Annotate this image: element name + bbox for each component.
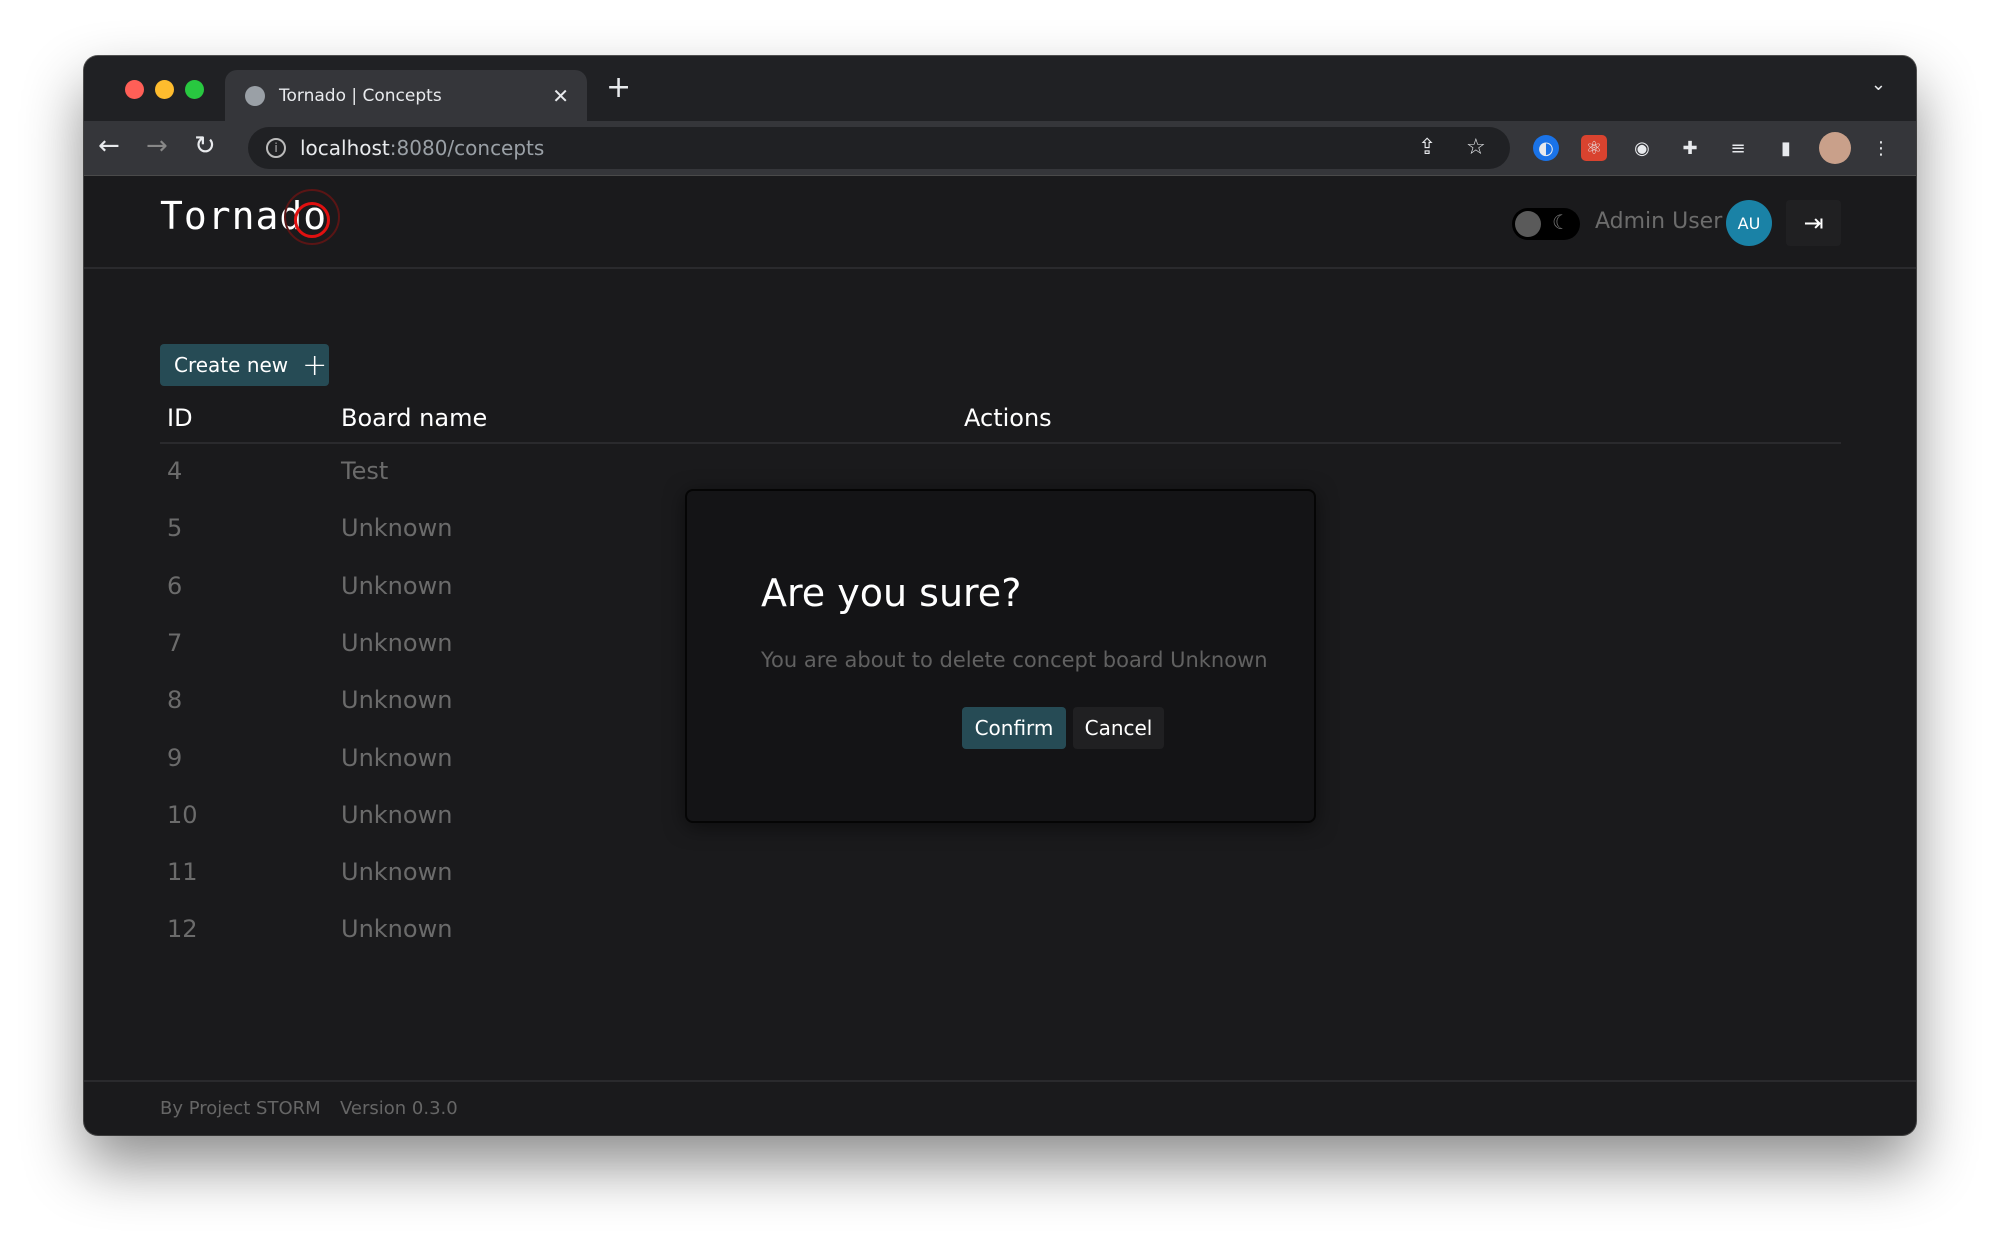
close-tab-icon[interactable]: ✕: [552, 84, 569, 108]
profile-avatar-icon[interactable]: [1819, 132, 1851, 164]
avatar[interactable]: AU: [1726, 200, 1772, 246]
tab-bar: Tornado | Concepts ✕ + ⌄: [84, 56, 1916, 121]
browser-tab[interactable]: Tornado | Concepts ✕: [225, 70, 587, 121]
spy-extension-icon[interactable]: ◉: [1629, 135, 1655, 161]
row-id: 12: [167, 915, 198, 944]
logout-button[interactable]: ⇥: [1786, 200, 1841, 246]
maximize-window-button[interactable]: [185, 80, 204, 99]
site-info-icon[interactable]: i: [266, 138, 286, 158]
share-icon[interactable]: ⇪: [1418, 135, 1436, 160]
forward-icon[interactable]: →: [146, 131, 168, 161]
media-queue-icon[interactable]: ≡: [1725, 135, 1751, 161]
back-icon[interactable]: ←: [98, 131, 120, 161]
row-id: 9: [167, 743, 183, 772]
logout-icon: ⇥: [1803, 209, 1824, 237]
theme-toggle[interactable]: ☾: [1512, 208, 1580, 240]
url-path: :8080/concepts: [389, 136, 545, 160]
dialog-message: You are about to delete concept board Un…: [761, 648, 1268, 672]
table-row[interactable]: 12 Unknown: [84, 915, 1916, 955]
row-board-name[interactable]: Unknown: [341, 629, 452, 657]
tab-title: Tornado | Concepts: [279, 85, 442, 106]
bookmark-star-icon[interactable]: ☆: [1466, 135, 1486, 160]
row-board-name[interactable]: Test: [341, 457, 388, 485]
cancel-button[interactable]: Cancel: [1073, 707, 1164, 749]
more-menu-icon[interactable]: ⋮: [1868, 135, 1894, 161]
row-board-name[interactable]: Unknown: [341, 801, 452, 829]
tab-search-chevron-icon[interactable]: ⌄: [1871, 74, 1886, 95]
new-tab-button[interactable]: +: [606, 70, 631, 105]
row-board-name[interactable]: Unknown: [341, 858, 452, 886]
side-panel-icon[interactable]: ▮: [1773, 135, 1799, 161]
tornado-logo[interactable]: Tornado: [160, 189, 340, 245]
column-header-board-name: Board name: [341, 404, 488, 432]
row-id: 5: [167, 514, 183, 543]
row-id: 7: [167, 628, 183, 657]
close-window-button[interactable]: [125, 80, 144, 99]
browser-window: Tornado | Concepts ✕ + ⌄ ← → ↻ i localho…: [84, 56, 1916, 1135]
row-board-name[interactable]: Unknown: [341, 686, 452, 714]
reload-icon[interactable]: ↻: [194, 131, 216, 161]
row-id: 6: [167, 571, 183, 600]
minimize-window-button[interactable]: [155, 80, 174, 99]
column-header-id: ID: [167, 404, 193, 432]
user-name: Admin User: [1595, 209, 1723, 234]
header-divider: [160, 442, 1841, 444]
footer-credit: By Project STORM: [160, 1098, 321, 1119]
react-devtools-extension-icon[interactable]: ⚛: [1581, 135, 1607, 161]
row-id: 4: [167, 457, 183, 485]
row-board-name[interactable]: Unknown: [341, 514, 452, 542]
plus-icon: +: [302, 347, 328, 383]
moon-icon: ☾: [1552, 210, 1570, 234]
address-bar[interactable]: i localhost:8080/concepts ⇪ ☆: [248, 127, 1510, 169]
row-board-name[interactable]: Unknown: [341, 572, 452, 600]
row-board-name[interactable]: Unknown: [341, 744, 452, 772]
password-manager-extension-icon[interactable]: ◐: [1533, 135, 1559, 161]
footer-version: Version 0.3.0: [340, 1098, 458, 1119]
row-id: 10: [167, 800, 198, 829]
row-board-name[interactable]: Unknown: [341, 915, 452, 943]
create-new-button[interactable]: Create new +: [160, 344, 329, 386]
column-header-actions: Actions: [964, 404, 1052, 432]
extensions-puzzle-icon[interactable]: ✚: [1677, 135, 1703, 161]
app-header: Tornado ☾ Admin User AU ⇥: [84, 176, 1916, 269]
confirm-delete-dialog: Are you sure? You are about to delete co…: [685, 489, 1316, 823]
row-id: 8: [167, 686, 183, 715]
browser-toolbar: ← → ↻ i localhost:8080/concepts ⇪ ☆ ◐ ⚛ …: [84, 121, 1916, 176]
footer-divider: [84, 1080, 1916, 1082]
url-host: localhost: [300, 136, 390, 160]
row-id: 11: [167, 858, 198, 887]
dialog-title: Are you sure?: [761, 571, 1022, 615]
confirm-button[interactable]: Confirm: [962, 707, 1066, 749]
table-row[interactable]: 11 Unknown: [84, 858, 1916, 898]
globe-icon: [245, 85, 265, 106]
